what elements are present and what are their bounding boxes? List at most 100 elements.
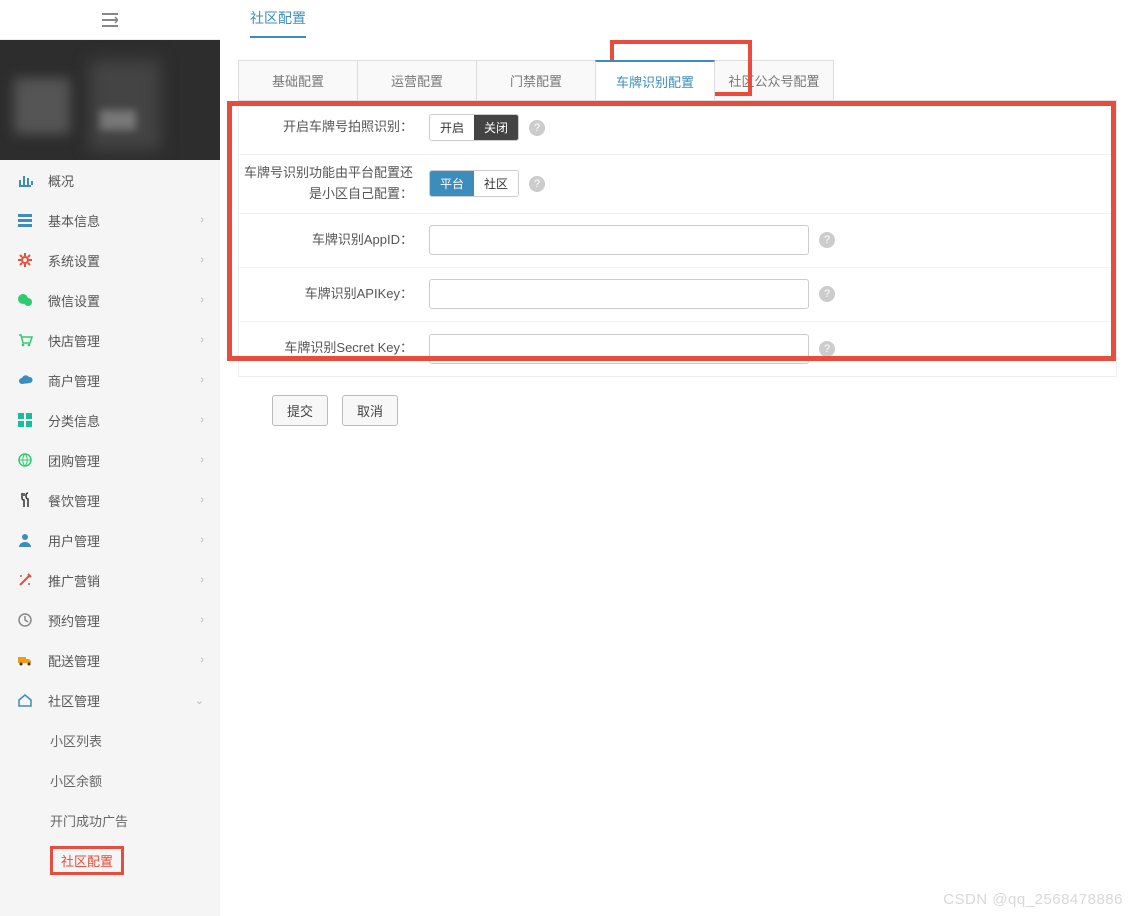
home-icon — [16, 691, 34, 709]
help-icon[interactable]: ? — [819, 232, 835, 248]
row-apikey: 车牌识别APIKey： ? — [239, 268, 1116, 322]
tab-2[interactable]: 门禁配置 — [476, 60, 596, 100]
input-secretkey[interactable] — [429, 334, 809, 364]
sidebar-subitem-1[interactable]: 小区余额 — [0, 760, 220, 800]
chevron-right-icon: › — [200, 534, 204, 546]
sidebar-item-label: 微信设置 — [48, 291, 200, 310]
toggle-off-button[interactable]: 关闭 — [474, 115, 518, 140]
breadcrumb: 社区配置 — [220, 0, 1135, 42]
wechat-icon — [16, 291, 34, 309]
profile-panel — [0, 40, 220, 160]
sidebar-subitem-label: 社区配置 — [50, 846, 124, 875]
sidebar-item-2[interactable]: 系统设置› — [0, 240, 220, 280]
sidebar-item-6[interactable]: 分类信息› — [0, 400, 220, 440]
chevron-right-icon: › — [200, 574, 204, 586]
sidebar-item-12[interactable]: 配送管理› — [0, 640, 220, 680]
breadcrumb-title[interactable]: 社区配置 — [250, 10, 306, 38]
sidebar-item-label: 商户管理 — [48, 371, 200, 390]
help-icon[interactable]: ? — [819, 341, 835, 357]
sidebar-subitem-label: 小区列表 — [50, 731, 102, 750]
chevron-right-icon: › — [200, 654, 204, 666]
tab-3[interactable]: 车牌识别配置 — [595, 60, 715, 100]
sidebar-item-label: 社区管理 — [48, 691, 195, 710]
form-actions: 提交 取消 — [238, 377, 1117, 426]
globe-icon — [16, 451, 34, 469]
user-icon — [16, 531, 34, 549]
watermark: CSDN @qq_2568478886 — [943, 891, 1123, 908]
label-secretkey: 车牌识别Secret Key： — [239, 338, 419, 359]
sidebar-item-label: 团购管理 — [48, 451, 200, 470]
chevron-right-icon: › — [200, 254, 204, 266]
input-appid[interactable] — [429, 225, 809, 255]
sidebar-item-5[interactable]: 商户管理› — [0, 360, 220, 400]
sidebar-item-7[interactable]: 团购管理› — [0, 440, 220, 480]
label-appid: 车牌识别AppID： — [239, 230, 419, 251]
main-content: 社区配置 基础配置运营配置门禁配置车牌识别配置社区公众号配置 开启车牌号拍照识别… — [220, 0, 1135, 916]
chevron-right-icon: › — [200, 374, 204, 386]
sidebar-item-label: 餐饮管理 — [48, 491, 200, 510]
sidebar-item-13[interactable]: 社区管理⌄ — [0, 680, 220, 720]
input-apikey[interactable] — [429, 279, 809, 309]
sidebar-item-9[interactable]: 用户管理› — [0, 520, 220, 560]
grid-icon — [16, 411, 34, 429]
chevron-right-icon: › — [200, 614, 204, 626]
row-config-source: 车牌号识别功能由平台配置还是小区自己配置： 平台 社区 ? — [239, 155, 1116, 214]
row-secretkey: 车牌识别Secret Key： ? — [239, 322, 1116, 376]
toggle-on-button[interactable]: 开启 — [430, 115, 474, 140]
clock-icon — [16, 611, 34, 629]
sidebar-item-11[interactable]: 预约管理› — [0, 600, 220, 640]
toggle-config-source[interactable]: 平台 社区 — [429, 170, 519, 197]
sidebar-item-8[interactable]: 餐饮管理› — [0, 480, 220, 520]
row-appid: 车牌识别AppID： ? — [239, 214, 1116, 268]
tab-4[interactable]: 社区公众号配置 — [714, 60, 834, 100]
tab-bar: 基础配置运营配置门禁配置车牌识别配置社区公众号配置 — [238, 60, 1117, 101]
wand-icon — [16, 571, 34, 589]
sidebar-item-label: 配送管理 — [48, 651, 200, 670]
label-config-source: 车牌号识别功能由平台配置还是小区自己配置： — [239, 163, 419, 205]
sidebar-item-0[interactable]: 概况 — [0, 160, 220, 200]
help-icon[interactable]: ? — [529, 176, 545, 192]
chevron-right-icon: › — [200, 414, 204, 426]
sidebar-item-1[interactable]: 基本信息› — [0, 200, 220, 240]
truck-icon — [16, 651, 34, 669]
sidebar-item-label: 概况 — [48, 171, 204, 190]
form-panel: 开启车牌号拍照识别： 开启 关闭 ? 车牌号识别功能由平台配置还是小区自己配置：… — [238, 101, 1117, 377]
sidebar-item-label: 基本信息 — [48, 211, 200, 230]
cancel-button[interactable]: 取消 — [342, 395, 398, 426]
tab-0[interactable]: 基础配置 — [238, 60, 358, 100]
chevron-right-icon: › — [200, 454, 204, 466]
chevron-right-icon: › — [200, 214, 204, 226]
chevron-right-icon: › — [200, 334, 204, 346]
avatar — [14, 78, 70, 134]
sidebar-collapse-toggle[interactable] — [0, 0, 220, 40]
label-apikey: 车牌识别APIKey： — [239, 284, 419, 305]
sidebar-item-label: 预约管理 — [48, 611, 200, 630]
gear-icon — [16, 251, 34, 269]
sidebar-item-label: 推广营销 — [48, 571, 200, 590]
toggle-enable-recognition[interactable]: 开启 关闭 — [429, 114, 519, 141]
toggle-platform-button[interactable]: 平台 — [430, 171, 474, 196]
sidebar-subitem-3[interactable]: 社区配置 — [0, 840, 220, 880]
chevron-down-icon: ⌄ — [195, 694, 204, 707]
sidebar-item-3[interactable]: 微信设置› — [0, 280, 220, 320]
sidebar-item-label: 用户管理 — [48, 531, 200, 550]
sidebar-subitem-label: 开门成功广告 — [50, 811, 128, 830]
cart-icon — [16, 331, 34, 349]
cloud-icon — [16, 371, 34, 389]
fork-icon — [16, 491, 34, 509]
sidebar-item-10[interactable]: 推广营销› — [0, 560, 220, 600]
tab-1[interactable]: 运营配置 — [357, 60, 477, 100]
row-enable-recognition: 开启车牌号拍照识别： 开启 关闭 ? — [239, 101, 1116, 155]
sidebar-item-4[interactable]: 快店管理› — [0, 320, 220, 360]
help-icon[interactable]: ? — [529, 120, 545, 136]
sidebar-item-label: 分类信息 — [48, 411, 200, 430]
toggle-community-button[interactable]: 社区 — [474, 171, 518, 196]
chevron-right-icon: › — [200, 294, 204, 306]
nav-menu: 概况基本信息›系统设置›微信设置›快店管理›商户管理›分类信息›团购管理›餐饮管… — [0, 160, 220, 880]
submit-button[interactable]: 提交 — [272, 395, 328, 426]
sidebar-subitem-0[interactable]: 小区列表 — [0, 720, 220, 760]
sidebar-subitem-2[interactable]: 开门成功广告 — [0, 800, 220, 840]
sidebar: 概况基本信息›系统设置›微信设置›快店管理›商户管理›分类信息›团购管理›餐饮管… — [0, 0, 220, 916]
help-icon[interactable]: ? — [819, 286, 835, 302]
sidebar-subitem-label: 小区余额 — [50, 771, 102, 790]
